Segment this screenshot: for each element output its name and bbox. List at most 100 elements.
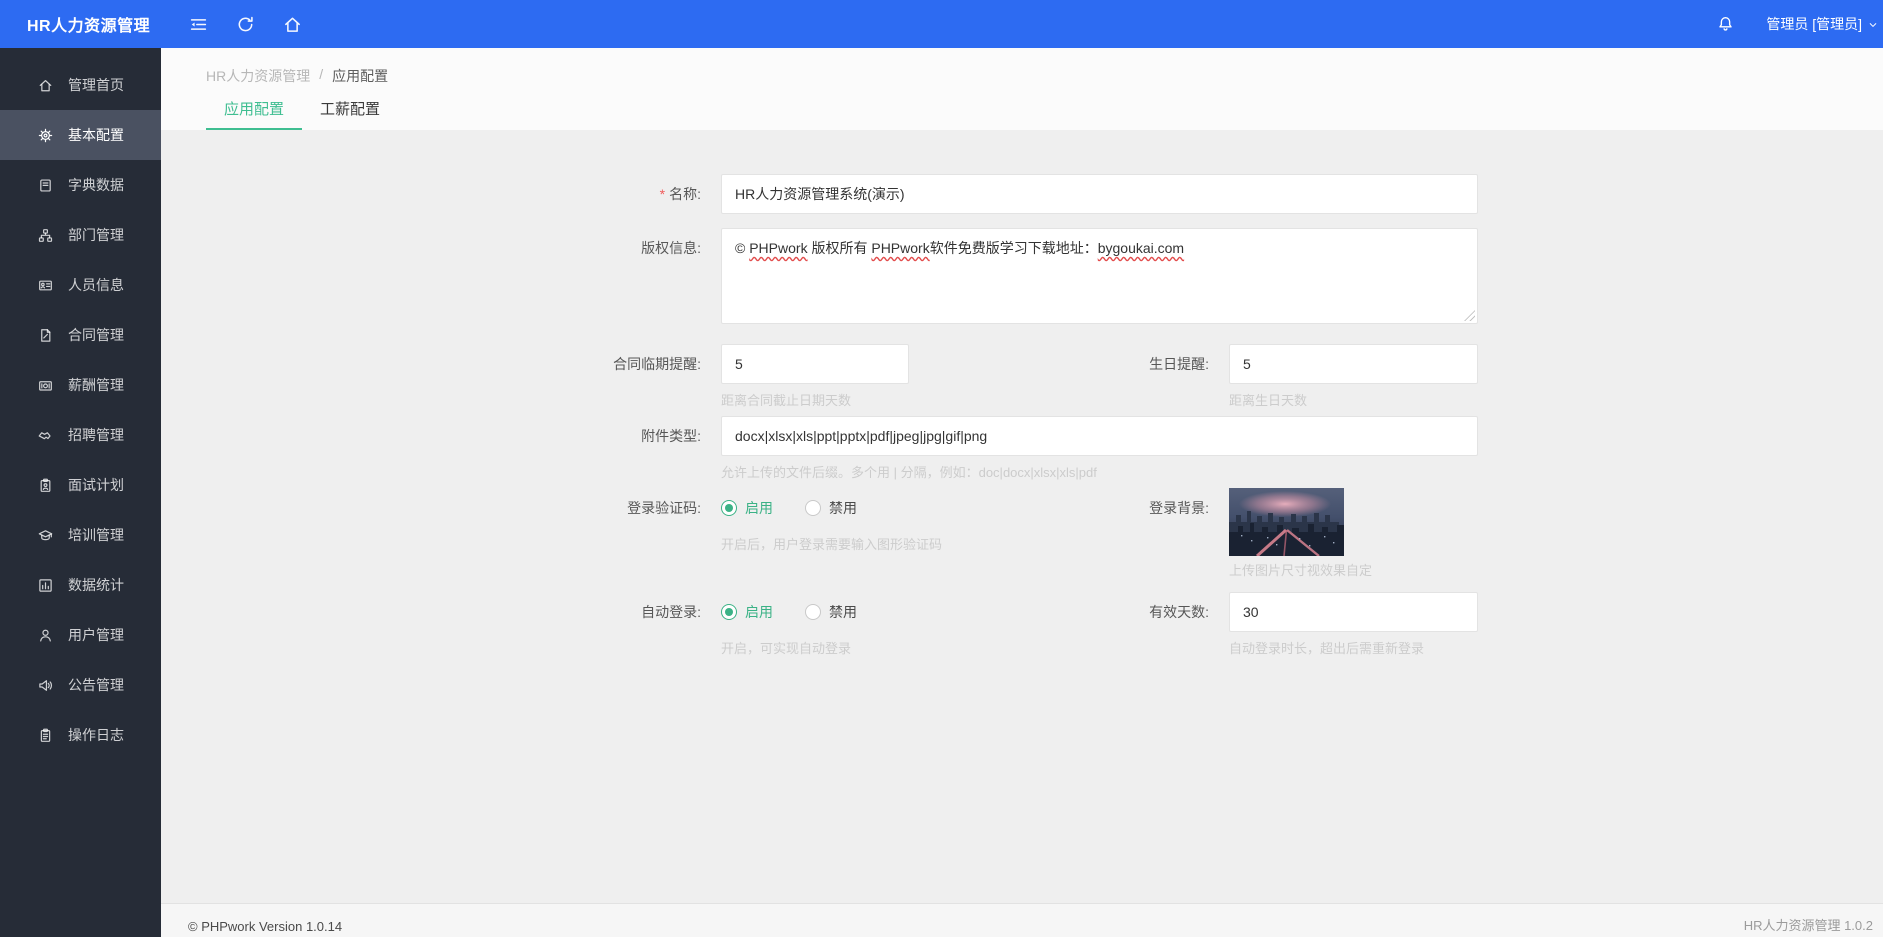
sidebar-item-training[interactable]: 培训管理 (0, 510, 161, 560)
breadcrumb-separator: / (319, 66, 324, 82)
chevron-down-icon (1867, 19, 1879, 31)
radio-option-0[interactable]: 启用 (721, 498, 773, 518)
id-card-icon (38, 278, 53, 293)
footer: © PHPwork Version 1.0.14 HR人力资源管理 1.0.2 (161, 903, 1883, 937)
breadcrumb-root[interactable]: HR人力资源管理 (206, 66, 310, 84)
radio-icon (805, 500, 821, 516)
sidebar-item-home[interactable]: 管理首页 (0, 60, 161, 110)
contract-reminder-hint: 距离合同截止日期天数 (721, 393, 852, 408)
valid-days-label: 有效天数: (1149, 604, 1209, 620)
sidebar: 管理首页 基本配置 字典数据 部门管理 人员信息 合同管理 薪酬管理 招聘管理 … (0, 48, 161, 937)
sidebar-item-salary[interactable]: 薪酬管理 (0, 360, 161, 410)
clipboard-user-icon (38, 478, 53, 493)
sidebar-item-logs[interactable]: 操作日志 (0, 710, 161, 760)
login-background-thumbnail[interactable] (1229, 488, 1344, 556)
birthday-reminder-label: 生日提醒: (1149, 356, 1209, 372)
home-icon[interactable] (283, 15, 302, 34)
login-captcha-hint: 开启后，用户登录需要输入图形验证码 (721, 537, 943, 552)
breadcrumb: HR人力资源管理 / 应用配置 (206, 66, 1883, 84)
user-menu[interactable]: 管理员 [管理员] (1766, 14, 1879, 34)
main-area: HR人力资源管理 / 应用配置 应用配置 工薪配置 *名称: 版权信息: © P… (161, 0, 1883, 937)
copyright-text-segment: 版权所有 (807, 240, 872, 256)
login-background-label: 登录背景: (1149, 500, 1209, 516)
sidebar-item-basic-config[interactable]: 基本配置 (0, 110, 161, 160)
form-panel: *名称: 版权信息: © PHPwork 版权所有 PHPwork软件免费版学习… (161, 130, 1883, 903)
tab-label: 应用配置 (223, 101, 284, 118)
sidebar-item-label: 字典数据 (68, 177, 124, 193)
sidebar-item-label: 用户管理 (68, 627, 124, 643)
radio-label: 启用 (745, 604, 773, 620)
sidebar-item-label: 管理首页 (68, 77, 124, 93)
footer-copyright: © PHPwork Version 1.0.14 (188, 919, 343, 934)
top-bar: HR人力资源管理 管理员 [管理员] (0, 0, 1883, 48)
copyright-text-segment: bygoukai.com (1097, 240, 1185, 256)
sidebar-item-label: 合同管理 (68, 327, 124, 343)
sidebar-item-label: 基本配置 (68, 127, 124, 143)
radio-option-1[interactable]: 禁用 (805, 602, 857, 622)
sidebar-item-dictionary[interactable]: 字典数据 (0, 160, 161, 210)
clipboard-icon (38, 728, 53, 743)
name-input[interactable] (721, 174, 1478, 214)
radio-icon (721, 604, 737, 620)
graduation-cap-icon (38, 528, 53, 543)
sidebar-item-users[interactable]: 用户管理 (0, 610, 161, 660)
sidebar-item-recruitment[interactable]: 招聘管理 (0, 410, 161, 460)
copyright-label: 版权信息: (641, 240, 701, 256)
attachment-types-input[interactable] (721, 416, 1478, 456)
contract-reminder-input[interactable] (721, 344, 909, 384)
sidebar-item-label: 部门管理 (68, 227, 124, 243)
tab-app-config[interactable]: 应用配置 (206, 98, 302, 130)
name-label: * 名称: (659, 186, 701, 202)
attachment-types-label: 附件类型: (641, 428, 701, 444)
field-copyright: 版权信息: © PHPwork 版权所有 PHPwork软件免费版学习下载地址：… (161, 228, 1883, 324)
sidebar-item-interview[interactable]: 面试计划 (0, 460, 161, 510)
radio-option-1[interactable]: 禁用 (805, 498, 857, 518)
sitemap-icon (38, 228, 53, 243)
sidebar-item-department[interactable]: 部门管理 (0, 210, 161, 260)
attachment-types-hint: 允许上传的文件后缀。多个用 | 分隔，例如：doc|docx|xlsx|xls|… (721, 465, 1097, 480)
tab-salary-config[interactable]: 工薪配置 (302, 98, 398, 130)
app-title: HR人力资源管理 (27, 18, 151, 35)
sidebar-item-label: 数据统计 (68, 577, 124, 593)
radio-icon (805, 604, 821, 620)
sidebar-item-personnel[interactable]: 人员信息 (0, 260, 161, 310)
bar-chart-icon (38, 578, 53, 593)
required-asterisk: * (659, 186, 666, 202)
sidebar-item-label: 面试计划 (68, 477, 124, 493)
field-login-captcha: 登录验证码: 启用 禁用 开启后，用户登录需要输入图形验证码 登录背景: 上传图… (161, 488, 1883, 580)
login-background-hint: 上传图片尺寸视效果自定 (1229, 563, 1373, 578)
field-attachment-types: 附件类型: 允许上传的文件后缀。多个用 | 分隔，例如：doc|docx|xls… (161, 416, 1883, 482)
tab-label: 工薪配置 (319, 101, 380, 118)
user-name: 管理员 [管理员] (1766, 16, 1862, 32)
book-icon (38, 178, 53, 193)
birthday-reminder-input[interactable] (1229, 344, 1478, 384)
copyright-text-segment: PHPwork (871, 240, 930, 256)
sidebar-item-announcement[interactable]: 公告管理 (0, 660, 161, 710)
field-reminders: 合同临期提醒: 距离合同截止日期天数 生日提醒: 距离生日天数 (161, 344, 1883, 410)
birthday-reminder-hint: 距离生日天数 (1229, 393, 1308, 408)
file-sign-icon (38, 328, 53, 343)
handshake-icon (38, 428, 53, 443)
collapse-icon[interactable] (189, 15, 208, 34)
contract-reminder-label: 合同临期提醒: (613, 356, 701, 372)
gear-icon (38, 128, 53, 143)
sidebar-item-label: 招聘管理 (68, 427, 124, 443)
sidebar-item-label: 薪酬管理 (68, 377, 124, 393)
breadcrumb-tab-area: HR人力资源管理 / 应用配置 应用配置 工薪配置 (161, 48, 1883, 130)
copyright-text-segment: 软件免费版学习下载地址： (929, 240, 1098, 256)
sidebar-item-contract[interactable]: 合同管理 (0, 310, 161, 360)
radio-label: 启用 (745, 500, 773, 516)
valid-days-input[interactable] (1229, 592, 1478, 632)
money-icon (38, 378, 53, 393)
sidebar-item-statistics[interactable]: 数据统计 (0, 560, 161, 610)
user-icon (38, 628, 53, 643)
refresh-icon[interactable] (236, 15, 255, 34)
field-auto-login: 自动登录: 启用 禁用 开启，可实现自动登录 有效天数: 自动登录时长，超出后需重… (161, 592, 1883, 658)
auto-login-label: 自动登录: (641, 604, 701, 620)
bell-icon[interactable] (1717, 15, 1734, 33)
radio-label: 禁用 (829, 604, 857, 620)
radio-option-0[interactable]: 启用 (721, 602, 773, 622)
sidebar-item-label: 公告管理 (68, 677, 124, 693)
tab-bar: 应用配置 工薪配置 (206, 98, 1883, 130)
copyright-textarea[interactable]: © PHPwork 版权所有 PHPwork软件免费版学习下载地址：bygouk… (721, 228, 1478, 324)
